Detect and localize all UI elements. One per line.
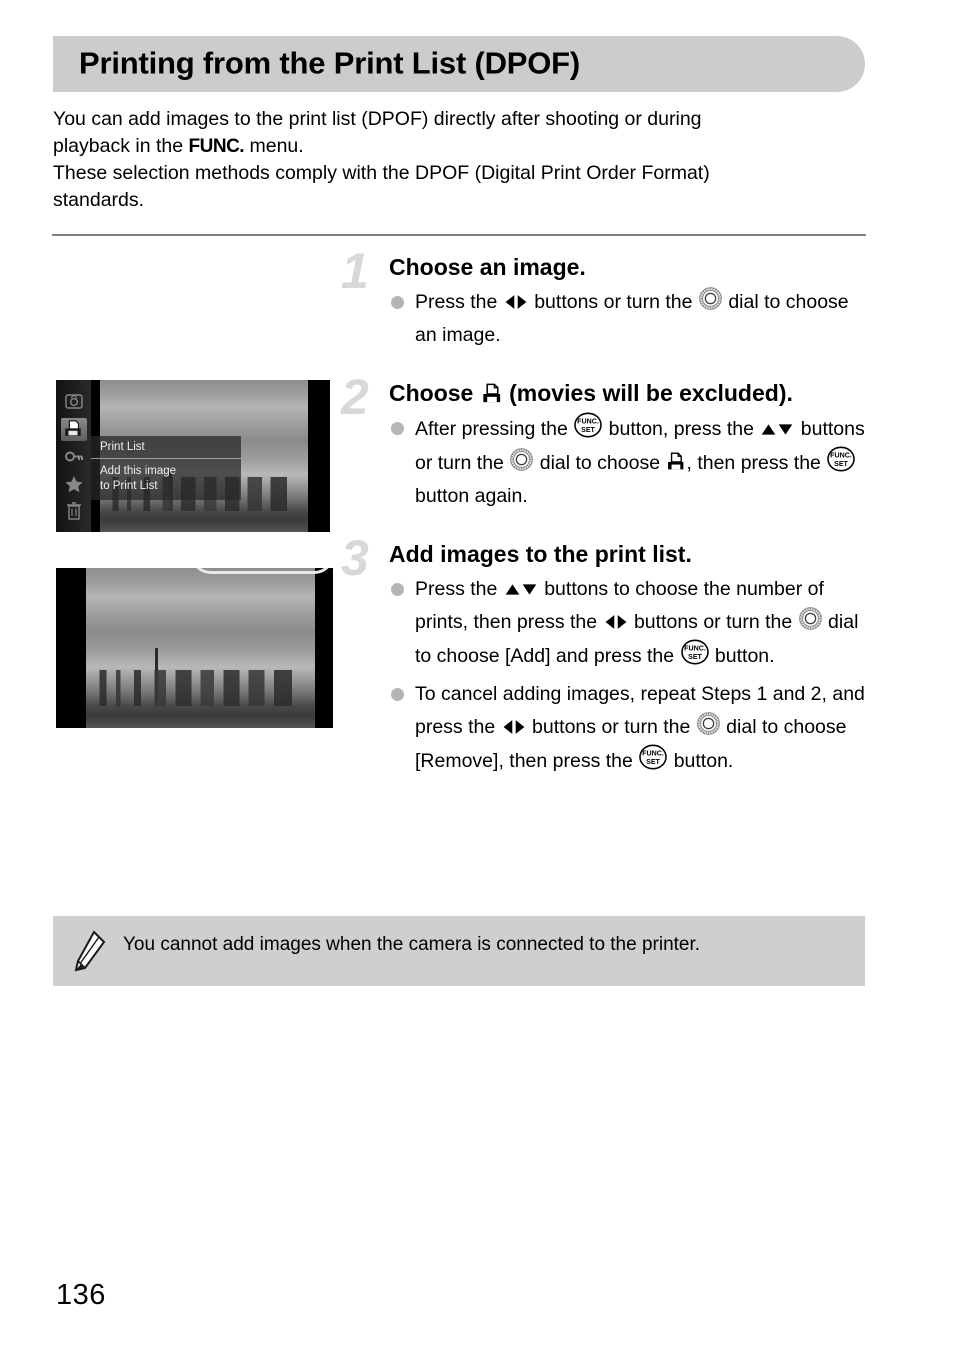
note-text: You cannot add images when the camera is… xyxy=(123,934,701,955)
step-1-bullet-1: Press the buttons or turn the dial to ch… xyxy=(389,286,866,352)
step-1-number: 1 xyxy=(341,243,369,299)
control-dial-icon xyxy=(798,606,823,631)
note-box: You cannot add images when the camera is… xyxy=(53,916,865,986)
step-2-bullets: After pressing the FUNC. SET button, pres… xyxy=(389,412,866,513)
intro-line-2: playback in the FUNC. menu. xyxy=(53,133,865,160)
left-right-buttons-icon xyxy=(503,293,529,311)
page-title: Printing from the Print List (DPOF) xyxy=(79,45,581,81)
up-down-buttons-icon xyxy=(759,421,795,438)
step-2: 2 Choose (movies will be excluded). Afte… xyxy=(341,372,866,513)
step-1-bullets: Press the buttons or turn the dial to ch… xyxy=(389,286,866,352)
step-2-bullet-1-text: After pressing the FUNC. SET button, pres… xyxy=(415,412,865,507)
favorites-star-icon[interactable] xyxy=(62,473,86,494)
bullet-dot-icon xyxy=(391,296,404,309)
pencil-note-icon xyxy=(71,930,107,972)
print-list-icon[interactable] xyxy=(60,417,87,441)
step-2-bullet-1: After pressing the FUNC. SET button, pres… xyxy=(389,412,866,513)
svg-text:SET: SET xyxy=(646,758,660,766)
step-3-bullet-2: To cancel adding images, repeat Steps 1 … xyxy=(389,678,866,778)
svg-text:FUNC.: FUNC. xyxy=(830,451,852,459)
left-right-buttons-icon xyxy=(603,613,629,631)
intro-line-3: These selection methods comply with the … xyxy=(53,162,710,184)
steps-column: 1 Choose an image. Press the buttons or … xyxy=(341,246,866,790)
menu-title: Print List xyxy=(91,436,241,459)
step-2-title-part-a: Choose xyxy=(389,380,480,406)
bullet-dot-icon xyxy=(391,422,404,435)
svg-text:FUNC.: FUNC. xyxy=(684,644,706,652)
erase-trash-icon[interactable] xyxy=(62,500,86,521)
step-3-number: 3 xyxy=(341,530,369,586)
svg-text:FUNC.: FUNC. xyxy=(577,417,599,425)
step-2-title: Choose (movies will be excluded). xyxy=(389,378,866,408)
page-header-band: Printing from the Print List (DPOF) xyxy=(53,36,865,92)
intro-line-2-a: playback in the xyxy=(53,135,189,157)
step-3-bullet-2-text: To cancel adding images, repeat Steps 1 … xyxy=(415,683,865,772)
page-number: 136 xyxy=(56,1279,106,1311)
step-3-bullet-1-text: Press the buttons to choose the number o… xyxy=(415,578,859,667)
print-list-icon xyxy=(480,382,503,405)
bullet-dot-icon xyxy=(391,688,404,701)
intro-line-4: standards. xyxy=(53,189,145,211)
menu-description: Add this image to Print List xyxy=(91,459,241,500)
svg-text:SET: SET xyxy=(688,653,702,661)
screen2-photo xyxy=(86,568,315,728)
screen1-sidebar xyxy=(56,380,91,532)
menu-description-line-1: Add this image xyxy=(100,465,177,477)
step-1-bullet-1-text: Press the buttons or turn the dial to ch… xyxy=(415,287,849,346)
camera-screen-add-confirm: Add to Print List? 1 Cancel Add xyxy=(56,568,333,728)
step-3-bullet-1: Press the buttons to choose the number o… xyxy=(389,573,866,673)
left-right-buttons-icon xyxy=(501,718,527,736)
section-divider xyxy=(52,234,866,236)
control-dial-icon xyxy=(698,286,723,311)
func-set-button-icon: FUNC. SET xyxy=(573,412,603,438)
menu-description-line-2: to Print List xyxy=(100,480,158,492)
control-dial-icon xyxy=(509,447,534,472)
control-dial-icon xyxy=(696,711,721,736)
print-list-icon xyxy=(665,451,686,472)
screen1-menu-panel: Print List Add this image to Print List xyxy=(91,436,241,500)
camera-screen-print-list-menu: Print List Add this image to Print List xyxy=(56,380,330,532)
step-3: 3 Add images to the print list. Press th… xyxy=(341,533,866,778)
tower-silhouette xyxy=(154,648,158,703)
step-3-bullets: Press the buttons to choose the number o… xyxy=(389,573,866,778)
step-1: 1 Choose an image. Press the buttons or … xyxy=(341,246,866,352)
protect-key-icon[interactable] xyxy=(62,446,86,467)
func-set-button-icon: FUNC. SET xyxy=(638,744,668,770)
svg-text:SET: SET xyxy=(581,426,595,434)
intro-line-2-b: menu. xyxy=(244,135,304,157)
svg-text:SET: SET xyxy=(834,460,848,468)
selection-highlight-ring xyxy=(190,568,333,574)
step-3-title: Add images to the print list. xyxy=(389,541,692,567)
step-2-title-part-b: (movies will be excluded). xyxy=(502,380,793,406)
step-2-number: 2 xyxy=(341,369,369,425)
func-menu-label: FUNC. xyxy=(188,136,245,157)
intro-line-1: You can add images to the print list (DP… xyxy=(53,108,702,130)
up-down-buttons-icon xyxy=(503,581,539,598)
func-set-button-icon: FUNC. SET xyxy=(680,639,710,665)
bullet-dot-icon xyxy=(391,583,404,596)
svg-text:FUNC.: FUNC. xyxy=(642,749,664,757)
intro-paragraph: You can add images to the print list (DP… xyxy=(53,106,865,214)
rotate-icon[interactable] xyxy=(62,391,86,412)
step-1-title: Choose an image. xyxy=(389,254,586,280)
func-set-button-icon: FUNC. SET xyxy=(826,446,856,472)
